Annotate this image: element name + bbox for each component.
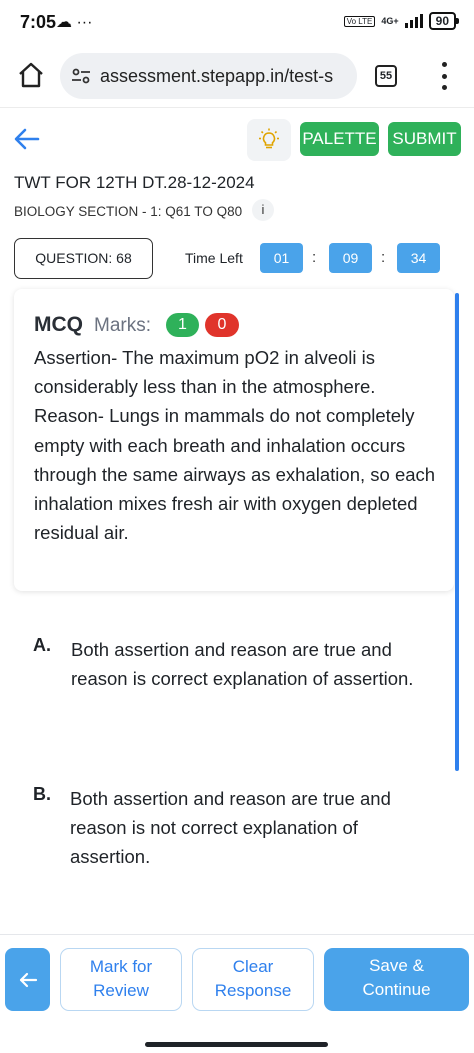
option-b[interactable]: B. Both assertion and reason are true an… <box>33 784 433 874</box>
menu-dots-icon[interactable] <box>436 62 452 90</box>
save-continue-button[interactable]: Save & Continue <box>324 948 469 1011</box>
palette-button[interactable]: PALETTE <box>300 122 379 156</box>
home-indicator[interactable] <box>145 1042 328 1047</box>
back-arrow-icon[interactable] <box>12 124 42 154</box>
network-type-icon: 4G+ <box>381 16 399 26</box>
question-type: MCQ <box>34 313 83 336</box>
status-bar: 7:05 ☁ ··· Vo LTE 4G+ 90 <box>0 0 474 46</box>
question-text: Assertion- The maximum pO2 in alveoli is… <box>34 347 436 544</box>
mark-review-line2: Review <box>93 981 149 1000</box>
section-title: BIOLOGY SECTION - 1: Q61 TO Q80 <box>14 204 243 219</box>
save-line2: Continue <box>362 980 431 999</box>
clear-response-button[interactable]: Clear Response <box>192 948 314 1011</box>
option-letter: B. <box>33 784 51 804</box>
timer-minutes: 09 <box>329 243 372 273</box>
lightbulb-icon[interactable] <box>247 119 291 161</box>
save-line1: Save & <box>369 956 424 975</box>
option-letter: A. <box>33 635 51 655</box>
browser-toolbar: assessment.stepapp.in/test-s 55 <box>0 46 474 108</box>
clear-line1: Clear <box>232 957 274 976</box>
submit-button[interactable]: SUBMIT <box>388 122 461 156</box>
timer-separator: : <box>312 249 317 266</box>
test-title: TWT FOR 12TH DT.28-12-2024 <box>14 173 255 192</box>
signal-icon <box>404 14 423 28</box>
clear-line2: Response <box>214 981 292 1000</box>
marks-positive-badge: 1 <box>166 313 199 337</box>
notification-icons: ☁ ··· <box>56 14 93 31</box>
timer-separator: : <box>381 249 386 266</box>
scrollbar[interactable] <box>455 293 459 771</box>
mark-for-review-button[interactable]: Mark for Review <box>60 948 182 1011</box>
url-settings-icon[interactable] <box>70 65 92 87</box>
volte-icon: Vo LTE <box>343 15 376 27</box>
marks-label: Marks: <box>94 315 151 336</box>
info-icon[interactable]: i <box>252 199 274 221</box>
mark-review-line1: Mark for <box>89 957 153 976</box>
battery-icon: 90 <box>428 12 460 30</box>
option-a[interactable]: A. Both assertion and reason are true an… <box>33 635 433 725</box>
marks-negative-badge: 0 <box>205 313 239 337</box>
time-left-label: Time Left <box>185 250 243 266</box>
tabs-icon[interactable]: 55 <box>375 65 397 87</box>
question-card: MCQ Marks: 1 0 Assertion- The maximum pO… <box>14 289 454 591</box>
url-bar[interactable]: assessment.stepapp.in/test-s <box>60 53 357 99</box>
home-icon[interactable] <box>16 60 46 90</box>
left-arrow-icon <box>19 972 37 987</box>
timer-seconds: 34 <box>397 243 440 273</box>
option-text: Both assertion and reason are true and r… <box>70 788 391 868</box>
status-time: 7:05 <box>20 12 57 32</box>
bottom-action-bar: Mark for Review Clear Response Save & Co… <box>0 934 474 1053</box>
previous-question-button[interactable] <box>5 948 50 1011</box>
question-number[interactable]: QUESTION: 68 <box>14 238 153 279</box>
timer-hours: 01 <box>260 243 303 273</box>
option-text: Both assertion and reason are true and r… <box>71 639 414 690</box>
url-text: assessment.stepapp.in/test-s <box>100 65 334 86</box>
status-right-icons: Vo LTE 4G+ 90 <box>343 12 460 30</box>
